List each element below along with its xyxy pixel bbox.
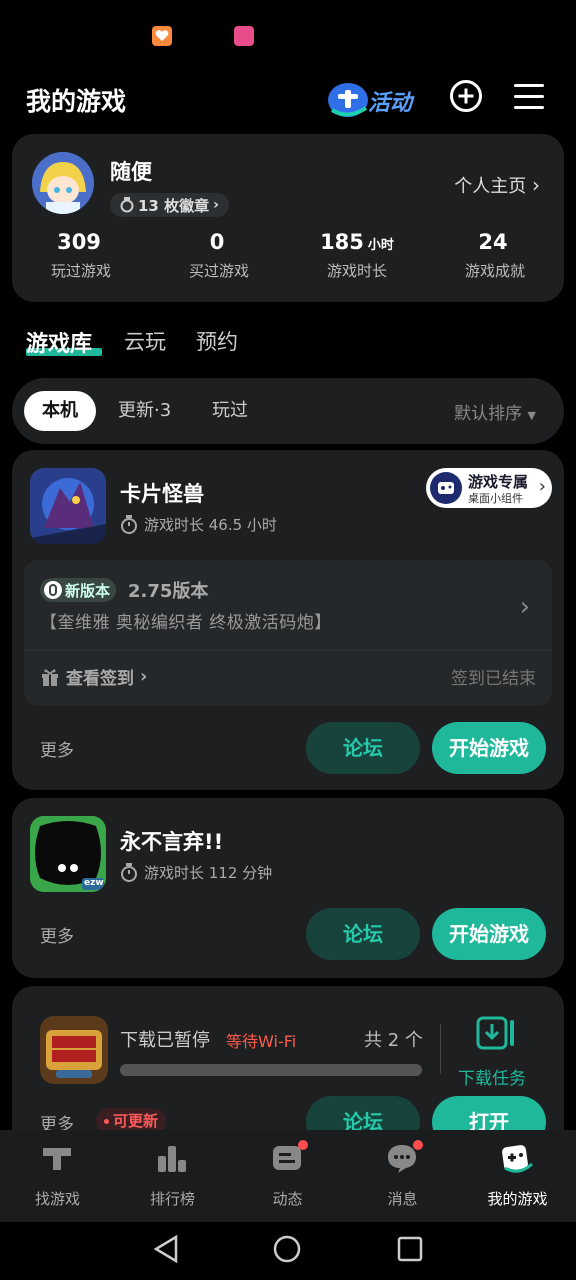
filter-played[interactable]: 玩过 (212, 391, 248, 431)
medal-icon (120, 197, 134, 213)
profile-card: 随便 13 枚徽章 › 个人主页 › 309 玩过游戏 0 买过游戏 185 小时… (12, 134, 564, 302)
gift-icon (42, 668, 58, 686)
update-panel[interactable]: 新版本 2.75版本 【奎维雅 奥秘编织者 终极激活码炮】 › 查看签到 › 签到… (24, 560, 552, 706)
ranking-icon (158, 1146, 186, 1172)
filter-local[interactable]: 本机 (24, 391, 96, 431)
stopwatch-icon (121, 862, 137, 882)
stopwatch-icon (121, 514, 137, 534)
forum-button[interactable]: 论坛 (306, 908, 420, 960)
download-count: 共 2 个 (364, 1030, 423, 1051)
download-wait-wifi: 等待Wi-Fi (226, 1032, 297, 1051)
recents-icon[interactable] (396, 1235, 424, 1263)
gamepad-icon (430, 472, 462, 504)
activity-label: 活动 (368, 91, 413, 116)
tab-bar: 游戏库 云玩 预约 (0, 318, 576, 366)
chevron-right-icon: › (532, 173, 540, 197)
more-button[interactable]: 更多 (40, 736, 74, 761)
nav-my-games[interactable]: 我的游戏 (460, 1130, 575, 1222)
sort-dropdown[interactable]: 默认排序 ▼ (454, 399, 536, 424)
notification-dot (413, 1140, 423, 1150)
game-icon[interactable] (40, 1016, 108, 1084)
nav-feed[interactable]: 动态 (230, 1130, 345, 1222)
tab-library[interactable]: 游戏库 (26, 326, 92, 358)
notification-dot (298, 1140, 308, 1150)
widget-subtitle: 桌面小组件 (468, 492, 523, 505)
divider (24, 650, 552, 651)
page-title: 我的游戏 (26, 87, 127, 116)
badges-button[interactable]: 13 枚徽章 › (110, 193, 229, 217)
start-game-button[interactable]: 开始游戏 (432, 722, 546, 774)
divider (440, 1024, 441, 1074)
stat-achievements[interactable]: 24 游戏成就 (426, 230, 564, 281)
game-title: 卡片怪兽 (120, 482, 204, 506)
avatar[interactable] (32, 152, 94, 214)
version-number: 2.75版本 (128, 581, 209, 602)
download-progress-bar (120, 1064, 422, 1076)
badges-label: 13 枚徽章 (138, 196, 210, 215)
bottom-nav: 找游戏 排行榜 动态 消息 我的游戏 (0, 1130, 576, 1222)
add-icon[interactable] (450, 80, 482, 112)
download-icon (476, 1016, 514, 1050)
download-tasks-label: 下载任务 (458, 1069, 526, 1089)
tab-reserve[interactable]: 预约 (196, 326, 238, 356)
back-icon[interactable] (152, 1234, 180, 1264)
tab-cloud[interactable]: 云玩 (124, 326, 166, 356)
more-button[interactable]: 更多 (40, 922, 74, 947)
widget-title: 游戏专属 (468, 473, 529, 491)
start-game-button[interactable]: 开始游戏 (432, 908, 546, 960)
username: 随便 (110, 160, 152, 184)
stat-playtime[interactable]: 185 小时 游戏时长 (288, 230, 426, 281)
filter-bar: 本机 更新·3 玩过 默认排序 ▼ (12, 378, 564, 444)
refresh-icon (44, 581, 62, 599)
check-in-link[interactable]: 查看签到 › (40, 664, 147, 689)
activity-logo-icon (328, 83, 368, 117)
nav-messages[interactable]: 消息 (345, 1130, 460, 1222)
game-title: 永不言弃!! (120, 830, 224, 854)
game-playtime: 游戏时长 46.5 小时 (120, 514, 277, 535)
chevron-right-icon: › (213, 197, 219, 213)
home-icon[interactable] (272, 1234, 302, 1264)
gamepad-icon (502, 1145, 533, 1173)
activity-button[interactable]: 活动 (326, 78, 422, 118)
bilibili-notification-icon (234, 26, 254, 46)
dot-icon (104, 1119, 109, 1124)
stat-played[interactable]: 309 玩过游戏 (12, 230, 150, 281)
stat-bought[interactable]: 0 买过游戏 (150, 230, 288, 281)
nav-ranking[interactable]: 排行榜 (115, 1130, 230, 1222)
download-status: 下载已暂停 (120, 1030, 210, 1051)
app-notification-icon (152, 26, 172, 46)
taptap-icon (43, 1148, 71, 1170)
nav-find-games[interactable]: 找游戏 (0, 1130, 115, 1222)
menu-icon[interactable] (514, 84, 544, 110)
homepage-link[interactable]: 个人主页 › (454, 172, 540, 198)
download-tasks-button[interactable]: 下载任务 (458, 1016, 538, 1096)
desktop-widget-button[interactable]: 游戏专属 桌面小组件 › (426, 468, 552, 508)
caret-down-icon: ▼ (527, 409, 536, 422)
forum-button[interactable]: 论坛 (306, 722, 420, 774)
header: 我的游戏 活动 (0, 70, 576, 126)
filter-updates[interactable]: 更新·3 (118, 391, 171, 431)
icon-tag: ezw (84, 878, 104, 888)
version-description: 【奎维雅 奥秘编织者 终极激活码炮】 (40, 613, 332, 633)
game-card: 卡片怪兽 游戏时长 46.5 小时 游戏专属 桌面小组件 › 新版本 2.75版… (12, 450, 564, 790)
game-icon[interactable]: ezw (30, 816, 106, 892)
game-card: ezw 永不言弃!! 游戏时长 112 分钟 更多 论坛 开始游戏 (12, 798, 564, 978)
new-version-badge: 新版本 (40, 578, 117, 602)
game-icon[interactable] (30, 468, 106, 544)
chevron-right-icon: › (538, 476, 546, 497)
check-in-status: 签到已结束 (451, 669, 536, 689)
game-playtime: 游戏时长 112 分钟 (120, 862, 272, 883)
chevron-right-icon: › (519, 592, 530, 622)
status-bar (0, 0, 576, 70)
system-nav-bar (0, 1222, 576, 1280)
